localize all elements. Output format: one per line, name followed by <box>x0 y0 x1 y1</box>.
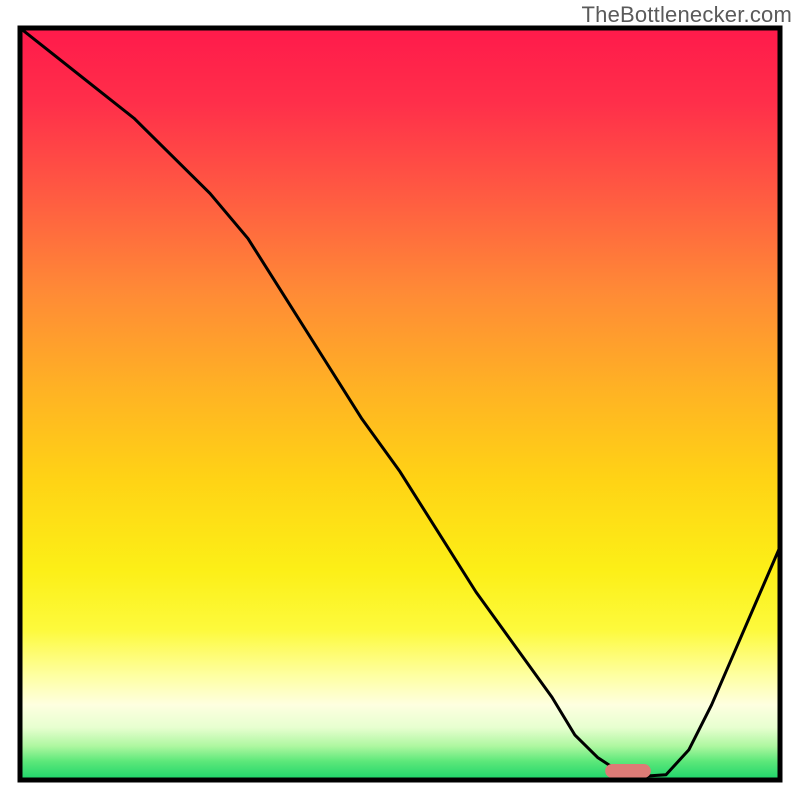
bottleneck-chart <box>0 0 800 800</box>
gradient-background <box>20 28 780 780</box>
watermark-text: TheBottlenecker.com <box>582 2 792 28</box>
chart-container: { "watermark": "TheBottlenecker.com", "c… <box>0 0 800 800</box>
optimal-marker <box>605 764 651 778</box>
